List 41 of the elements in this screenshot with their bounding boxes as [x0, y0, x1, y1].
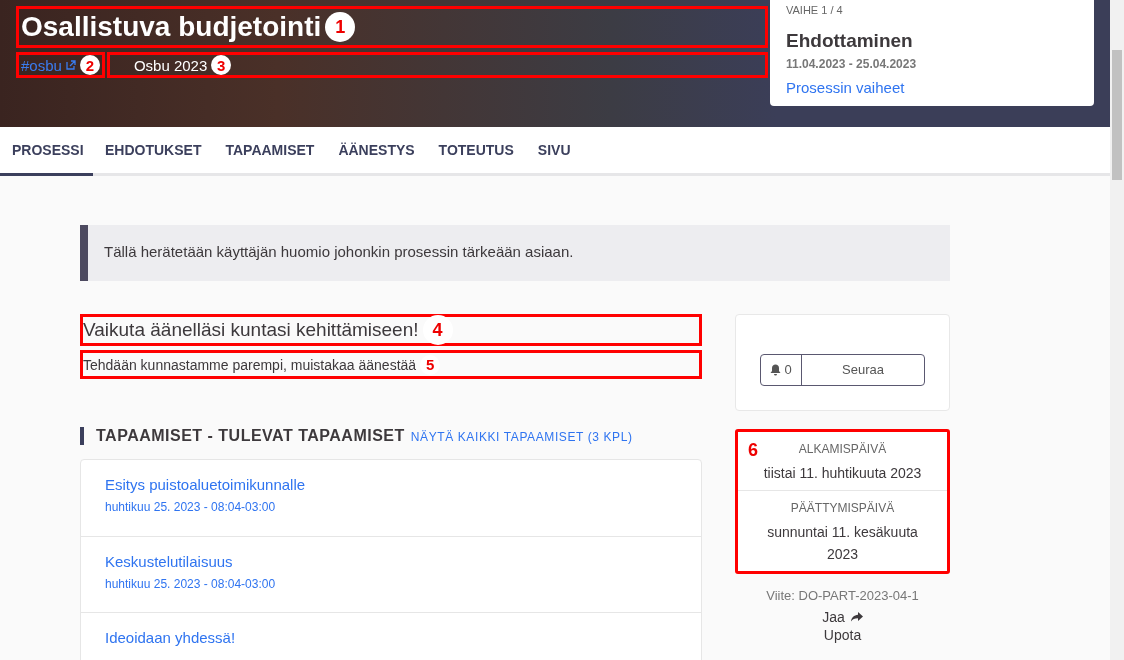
bell-icon [770, 363, 782, 376]
follow-button[interactable]: 0 Seuraa [760, 353, 925, 386]
nav-tab[interactable]: EHDOTUKSET [93, 127, 214, 176]
nav-tab[interactable]: TAPAAMISET [213, 127, 327, 176]
hashtag-link[interactable]: #osbu [21, 56, 76, 74]
content-subheading: Tehdään kunnastamme parempi, muistakaa äänestää [83, 355, 417, 375]
share-arrow-icon [850, 612, 863, 622]
nav-tab[interactable]: PROSESSI [0, 127, 93, 176]
date-value: tiistai 11. huhtikuuta 2023 [762, 464, 923, 483]
date-label: ALKAMISPÄIVÄ [797, 442, 888, 456]
process-subtitle: Osbu 2023 [133, 56, 208, 74]
annotation-number: 2 [79, 55, 100, 75]
announcement: Tällä herätetään käyttäjän huomio johonkin prosessin tärkeään asiaan. [80, 225, 950, 281]
content-heading: Vaikuta äänelläsi kuntasi kehittämiseen! [83, 318, 419, 342]
external-link-icon [65, 60, 76, 70]
annotation-number: 6 [748, 440, 758, 461]
nav-tab[interactable]: TOTEUTUS [426, 127, 526, 176]
nav-tab[interactable]: SIVU [525, 127, 583, 176]
meeting-date: huhtikuu 25. 2023 - 08:04-03:00 [105, 577, 277, 591]
date-value: sunnuntai 11. kesäkuuta 2023 [766, 523, 919, 564]
meeting-link[interactable]: Esitys puistoaluetoimikunnalle [105, 476, 306, 493]
nav-tab[interactable]: ÄÄNESTYS [326, 127, 427, 176]
annotation-number: 5 [420, 354, 441, 375]
date-label: PÄÄTTYMISPÄIVÄ [789, 501, 896, 515]
annotation-number: 1 [325, 12, 356, 42]
meeting-link[interactable]: Ideoidaan yhdessä! [105, 629, 236, 646]
meeting-date: huhtikuu 25. 2023 - 08:04-03:00 [105, 500, 277, 514]
phase-name: Ehdottaminen [786, 30, 914, 52]
annotation-number: 3 [211, 55, 232, 75]
meeting-link[interactable]: Keskustelutilaisuus [105, 553, 233, 570]
annotation-number: 4 [422, 315, 453, 345]
see-all-link[interactable]: NÄYTÄ KAIKKI TAPAAMISET (3 KPL) [410, 430, 633, 444]
section-title: TAPAAMISET - TULEVAT TAPAAMISET [96, 427, 405, 445]
share-button[interactable]: Jaa [822, 609, 863, 625]
phase-dates: 11.04.2023 - 25.04.2023 [786, 57, 918, 71]
reference-text: Viite: DO-PART-2023-04-1 [766, 588, 919, 603]
scrollbar[interactable] [1110, 0, 1124, 660]
phase-step: VAIHE 1 / 4 [786, 4, 1078, 16]
process-title: Osallistuva budjetointi [21, 10, 322, 44]
embed-button[interactable]: Upota [823, 627, 862, 643]
phases-link[interactable]: Prosessin vaiheet [786, 79, 905, 96]
